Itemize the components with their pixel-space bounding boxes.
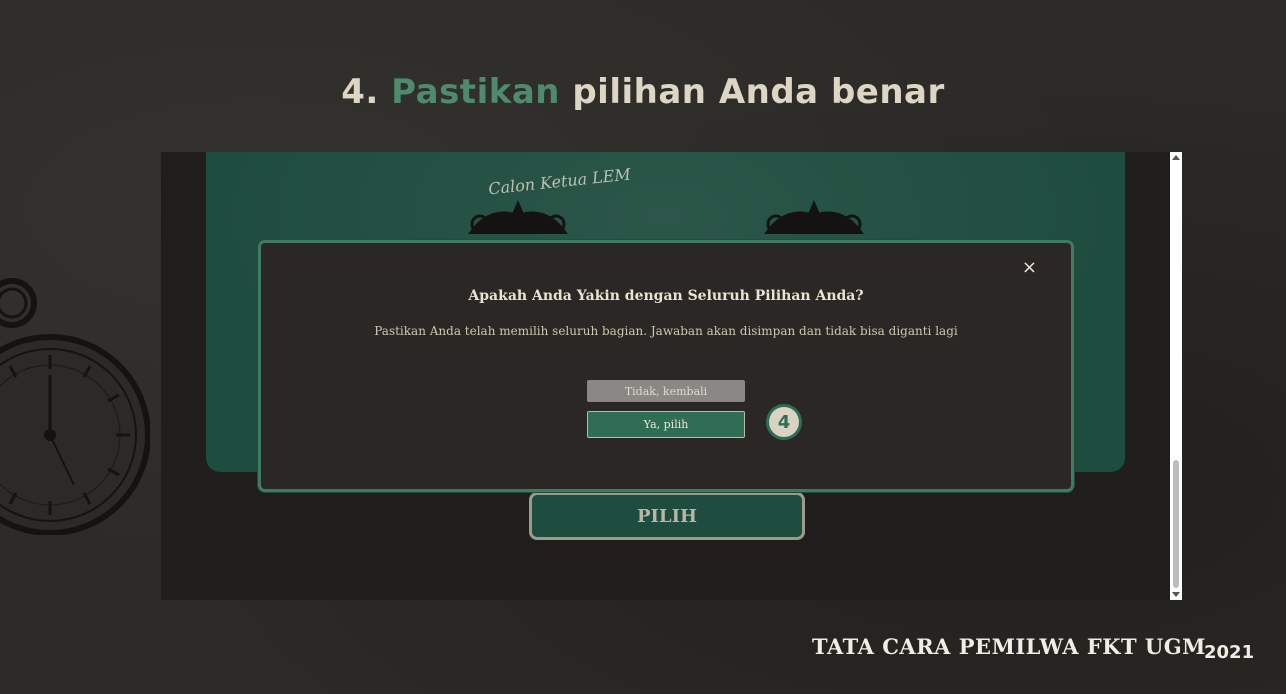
- confirm-button[interactable]: Ya, pilih: [587, 411, 745, 438]
- vertical-scrollbar[interactable]: [1170, 152, 1182, 600]
- scroll-thumb[interactable]: [1173, 460, 1179, 588]
- pocket-watch-icon: [0, 278, 150, 535]
- title-accent: Pastikan: [391, 72, 560, 112]
- pilih-button[interactable]: PILIH: [529, 492, 805, 540]
- footer-title: TATA CARA PEMILWA FKT UGM: [812, 634, 1206, 659]
- scroll-down-icon[interactable]: [1172, 592, 1180, 597]
- modal-text: Pastikan Anda telah memilih seluruh bagi…: [374, 324, 958, 338]
- step-prefix: 4.: [341, 72, 379, 112]
- voting-app-screen: Calon Ketua LEM PILIH × Apakah Anda Yaki…: [161, 152, 1182, 600]
- ornament-icon: [764, 200, 864, 234]
- close-icon[interactable]: ×: [1022, 257, 1037, 278]
- confirm-modal: × Apakah Anda Yakin dengan Seluruh Pilih…: [258, 240, 1074, 492]
- cancel-button[interactable]: Tidak, kembali: [587, 380, 745, 402]
- modal-title: Apakah Anda Yakin dengan Seluruh Pilihan…: [468, 288, 864, 304]
- step-badge: 4: [766, 404, 802, 440]
- footer-year: 2021: [1204, 642, 1255, 663]
- ornament-icon: [468, 200, 568, 234]
- title-rest: pilihan Anda benar: [572, 72, 945, 112]
- slide-title: 4. Pastikan pilihan Anda benar: [0, 72, 1286, 112]
- scroll-up-icon[interactable]: [1172, 155, 1180, 160]
